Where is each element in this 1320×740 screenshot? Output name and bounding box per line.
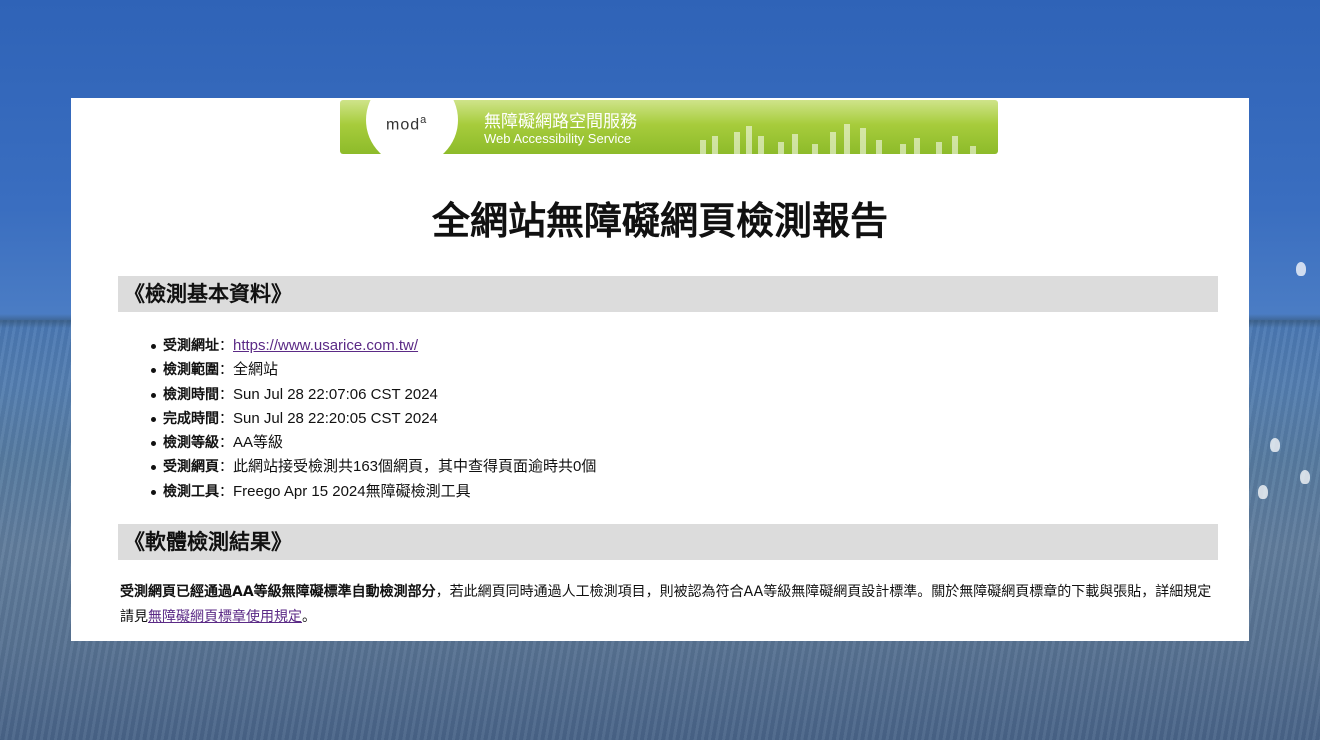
- list-item: 檢測範圍：全網站: [150, 358, 596, 382]
- info-key: 檢測範圍: [163, 362, 219, 379]
- section-basic-info: 《檢測基本資料》: [118, 276, 1218, 312]
- info-key: 完成時間: [163, 410, 219, 427]
- list-item: 檢測等級：AA等級: [150, 431, 596, 455]
- service-banner: moda 無障礙網路空間服務 Web Accessibility Service: [340, 100, 998, 154]
- section-result-heading: 《軟體檢測結果》: [124, 530, 292, 554]
- banner-skyline-decoration: [700, 114, 998, 154]
- info-key: 檢測工具: [163, 483, 219, 500]
- moda-logo: moda: [386, 114, 428, 134]
- result-text-end: 。: [302, 609, 316, 625]
- banner-title-en: Web Accessibility Service: [484, 131, 632, 146]
- report-card: moda 無障礙網路空間服務 Web Accessibility Service…: [71, 98, 1249, 641]
- tested-url-link[interactable]: https://www.usarice.com.tw/: [233, 337, 418, 354]
- info-value: 此網站接受檢測共163個網頁，其中查得頁面逾時共0個: [233, 458, 597, 476]
- egret-decoration: [1258, 485, 1268, 499]
- list-item: 受測網址：https://www.usarice.com.tw/: [150, 334, 596, 358]
- list-item: 受測網頁：此網站接受檢測共163個網頁，其中查得頁面逾時共0個: [150, 455, 597, 479]
- list-item: 檢測工具：Freego Apr 15 2024無障礙檢測工具: [150, 480, 596, 504]
- info-value: 全網站: [233, 361, 279, 379]
- info-key: 受測網址: [163, 338, 219, 354]
- egret-decoration: [1300, 470, 1310, 484]
- egret-decoration: [1296, 262, 1306, 276]
- badge-rules-link[interactable]: 無障礙網頁標章使用規定: [148, 609, 302, 625]
- info-value: Sun Jul 28 22:20:05 CST 2024: [233, 409, 438, 427]
- egret-decoration: [1270, 438, 1280, 452]
- result-bold-text: 受測網頁已經通過AA等級無障礙標準自動檢測部分: [120, 584, 436, 600]
- banner-title-zh: 無障礙網路空間服務: [484, 112, 637, 132]
- section-software-result: 《軟體檢測結果》: [118, 524, 1218, 560]
- list-item: 檢測時間：Sun Jul 28 22:07:06 CST 2024: [150, 383, 596, 407]
- section-basic-heading: 《檢測基本資料》: [124, 282, 292, 306]
- report-title: 全網站無障礙網頁檢測報告: [431, 199, 888, 243]
- result-paragraph: 受測網頁已經通過AA等級無障礙標準自動檢測部分，若此網頁同時通過人工檢測項目，則…: [120, 580, 1218, 630]
- info-value: Freego Apr 15 2024無障礙檢測工具: [233, 482, 471, 500]
- list-item: 完成時間：Sun Jul 28 22:20:05 CST 2024: [150, 407, 596, 431]
- info-key: 檢測等級: [163, 435, 219, 452]
- info-value: Sun Jul 28 22:07:06 CST 2024: [233, 385, 438, 403]
- info-value: AA等級: [233, 434, 284, 452]
- info-key: 檢測時間: [163, 386, 219, 403]
- basic-info-list: 受測網址：https://www.usarice.com.tw/ 檢測範圍：全網…: [150, 334, 597, 504]
- info-key: 受測網頁: [163, 459, 219, 476]
